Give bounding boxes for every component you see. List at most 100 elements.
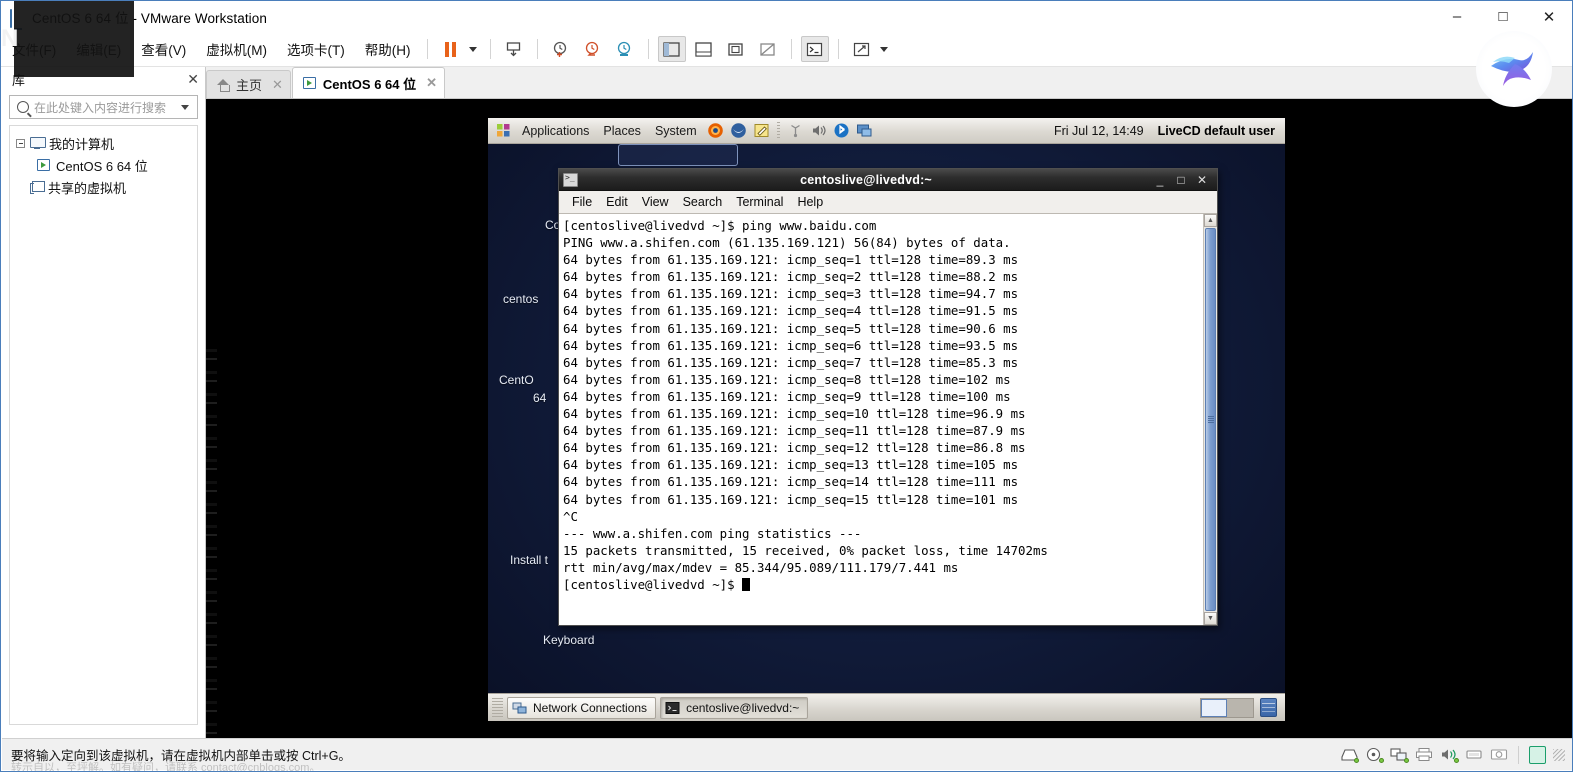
hard-disk-icon[interactable] xyxy=(1340,747,1359,763)
minimize-button[interactable]: – xyxy=(1434,1,1480,32)
network-adapter-icon[interactable] xyxy=(1390,747,1409,763)
unity-button[interactable] xyxy=(754,36,782,62)
toolbar-divider xyxy=(647,39,649,59)
trash-icon[interactable] xyxy=(1260,698,1277,717)
panel-clock[interactable]: Fri Jul 12, 14:49 xyxy=(1054,124,1144,138)
workspace-2[interactable] xyxy=(1227,699,1253,717)
terminal-close-button[interactable]: ✕ xyxy=(1196,173,1208,187)
snapshot-manager-button[interactable] xyxy=(611,36,639,62)
shared-vms-icon xyxy=(30,181,45,194)
terminal-maximize-button[interactable]: □ xyxy=(1175,173,1187,187)
tree-item-shared-vms[interactable]: 共享的虚拟机 xyxy=(10,176,197,198)
terminal-menu-terminal[interactable]: Terminal xyxy=(729,193,790,211)
resize-grip[interactable] xyxy=(1553,748,1565,761)
vm-icon xyxy=(37,159,51,171)
toolbar-divider xyxy=(489,39,491,59)
hummingbird-icon xyxy=(1491,52,1533,86)
scrollbar-thumb[interactable] xyxy=(1205,228,1216,611)
collapse-icon[interactable] xyxy=(16,138,25,148)
workspace-1[interactable] xyxy=(1201,698,1227,717)
terminal-menu-help[interactable]: Help xyxy=(790,193,830,211)
corner-mark: N xyxy=(1,25,19,52)
snapshot-button[interactable] xyxy=(500,36,528,62)
scroll-down-icon[interactable]: ▼ xyxy=(1204,612,1217,625)
bg-text-fragment: 64 xyxy=(533,391,547,405)
search-placeholder: 在此处键入内容进行搜索 xyxy=(34,100,167,115)
workspace-switcher[interactable] xyxy=(1200,697,1254,718)
menu-help[interactable]: 帮助(H) xyxy=(356,35,420,63)
network-icon[interactable] xyxy=(786,121,805,140)
volume-icon[interactable] xyxy=(809,121,828,140)
terminal-menu-file[interactable]: File xyxy=(565,193,599,211)
pause-button[interactable] xyxy=(437,36,465,62)
fullscreen-box-icon xyxy=(728,42,743,56)
menu-applications[interactable]: Applications xyxy=(515,122,596,140)
panel-separator xyxy=(776,121,780,140)
panel-username[interactable]: LiveCD default user xyxy=(1158,124,1275,138)
guest-screen[interactable]: Applications Places System Fri Jul 12, 1… xyxy=(488,118,1285,721)
bluetooth-icon[interactable] xyxy=(832,121,851,140)
panel-left-icon xyxy=(663,41,680,57)
chevron-down-icon[interactable] xyxy=(879,46,888,52)
menu-tabs[interactable]: 选项卡(T) xyxy=(278,35,354,63)
terminal-line: --- www.a.shifen.com ping statistics --- xyxy=(563,525,862,541)
fullscreen-button[interactable] xyxy=(722,36,750,62)
thunderbird-icon[interactable] xyxy=(729,121,748,140)
clock-manage-icon xyxy=(617,41,631,56)
terminal-minimize-button[interactable]: _ xyxy=(1154,173,1166,187)
search-input[interactable]: 在此处键入内容进行搜索 xyxy=(9,95,198,119)
take-snapshot-button[interactable] xyxy=(547,36,575,62)
menu-view[interactable]: 查看(V) xyxy=(132,35,195,63)
clipboard-icon[interactable] xyxy=(1529,745,1546,764)
show-desktop-handle[interactable] xyxy=(492,697,503,718)
firefox-icon[interactable] xyxy=(706,121,725,140)
menu-edit[interactable]: 编辑(E) xyxy=(67,35,130,63)
terminal-body[interactable]: [centoslive@livedvd ~]$ ping www.baidu.c… xyxy=(559,214,1217,625)
tree-item-centos-vm[interactable]: CentOS 6 64 位 xyxy=(10,154,197,176)
show-library-button[interactable] xyxy=(657,36,686,62)
vm-display-area[interactable]: Applications Places System Fri Jul 12, 1… xyxy=(206,99,1572,740)
terminal-menu-view[interactable]: View xyxy=(635,193,676,211)
search-dropdown-icon[interactable] xyxy=(181,104,189,110)
revert-snapshot-button[interactable] xyxy=(579,36,607,62)
taskbar-item-network-connections[interactable]: Network Connections xyxy=(507,696,657,719)
maximize-button[interactable]: □ xyxy=(1480,1,1526,32)
menu-places[interactable]: Places xyxy=(596,122,648,140)
tab-home[interactable]: 主页 ✕ xyxy=(206,70,291,98)
text-editor-icon[interactable] xyxy=(752,121,771,140)
terminal-menu-search[interactable]: Search xyxy=(676,193,730,211)
tab-strip: 主页 ✕ CentOS 6 64 位 ✕ xyxy=(206,67,1572,99)
stretch-button[interactable] xyxy=(848,36,876,62)
terminal-line: 64 bytes from 61.135.169.121: icmp_seq=1… xyxy=(563,440,1026,456)
console-icon xyxy=(806,42,823,56)
cd-dvd-icon[interactable] xyxy=(1365,747,1384,763)
display-icon[interactable] xyxy=(855,121,874,140)
scroll-up-icon[interactable]: ▲ xyxy=(1204,214,1217,227)
network-connections-icon xyxy=(512,701,527,715)
terminal-output[interactable]: [centoslive@livedvd ~]$ ping www.baidu.c… xyxy=(559,214,1203,625)
gnome-top-panel: Applications Places System Fri Jul 12, 1… xyxy=(488,118,1285,144)
terminal-line: 64 bytes from 61.135.169.121: icmp_seq=9… xyxy=(563,388,1011,404)
chevron-down-icon[interactable] xyxy=(468,46,477,52)
menu-vm[interactable]: 虚拟机(M) xyxy=(197,35,276,63)
tab-close-icon[interactable]: ✕ xyxy=(426,75,437,91)
menu-system[interactable]: System xyxy=(648,122,704,140)
tab-centos-vm[interactable]: CentOS 6 64 位 ✕ xyxy=(291,67,446,98)
taskbar-item-terminal[interactable]: centoslive@livedvd:~ xyxy=(660,696,809,719)
centos-menu-icon xyxy=(494,121,513,140)
show-thumbnail-bar-button[interactable] xyxy=(690,36,718,62)
statusbar-device-icons xyxy=(1340,745,1572,764)
close-button[interactable]: ✕ xyxy=(1526,1,1572,32)
terminal-window[interactable]: centoslive@livedvd:~ _ □ ✕ File Edit Vie… xyxy=(558,168,1218,626)
tab-close-icon[interactable]: ✕ xyxy=(272,77,283,93)
snapshot-icon xyxy=(506,41,521,56)
tree-item-my-computer[interactable]: 我的计算机 xyxy=(10,132,197,154)
terminal-menu-edit[interactable]: Edit xyxy=(599,193,635,211)
terminal-line: 64 bytes from 61.135.169.121: icmp_seq=1… xyxy=(563,406,1026,422)
console-view-button[interactable] xyxy=(800,36,829,62)
close-library-icon[interactable]: ✕ xyxy=(187,71,199,88)
terminal-titlebar[interactable]: centoslive@livedvd:~ _ □ ✕ xyxy=(559,169,1217,191)
sound-card-icon[interactable] xyxy=(1440,747,1459,763)
screen-edge-artifact xyxy=(206,349,217,740)
terminal-scrollbar[interactable]: ▲ ▼ xyxy=(1203,214,1217,625)
